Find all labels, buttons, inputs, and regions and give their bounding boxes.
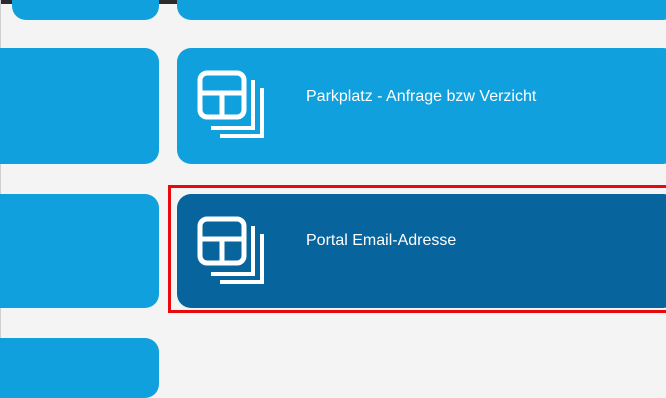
tile-left-row1[interactable] <box>0 48 159 164</box>
tile-portal-email[interactable]: Portal Email-Adresse <box>177 194 666 308</box>
tile-title: Portal Email-Adresse <box>306 232 457 249</box>
tile-parkplatz[interactable]: Parkplatz - Anfrage bzw Verzicht <box>177 48 666 164</box>
app-tile-icon <box>197 216 267 284</box>
tile-top-left-partial[interactable] <box>12 0 159 20</box>
app-tile-icon <box>197 70 267 138</box>
tile-left-row2[interactable] <box>0 194 159 308</box>
tile-bottom-left-partial[interactable] <box>0 338 159 398</box>
tile-top-right-partial[interactable] <box>177 0 666 20</box>
tile-title: Parkplatz - Anfrage bzw Verzicht <box>306 88 537 105</box>
